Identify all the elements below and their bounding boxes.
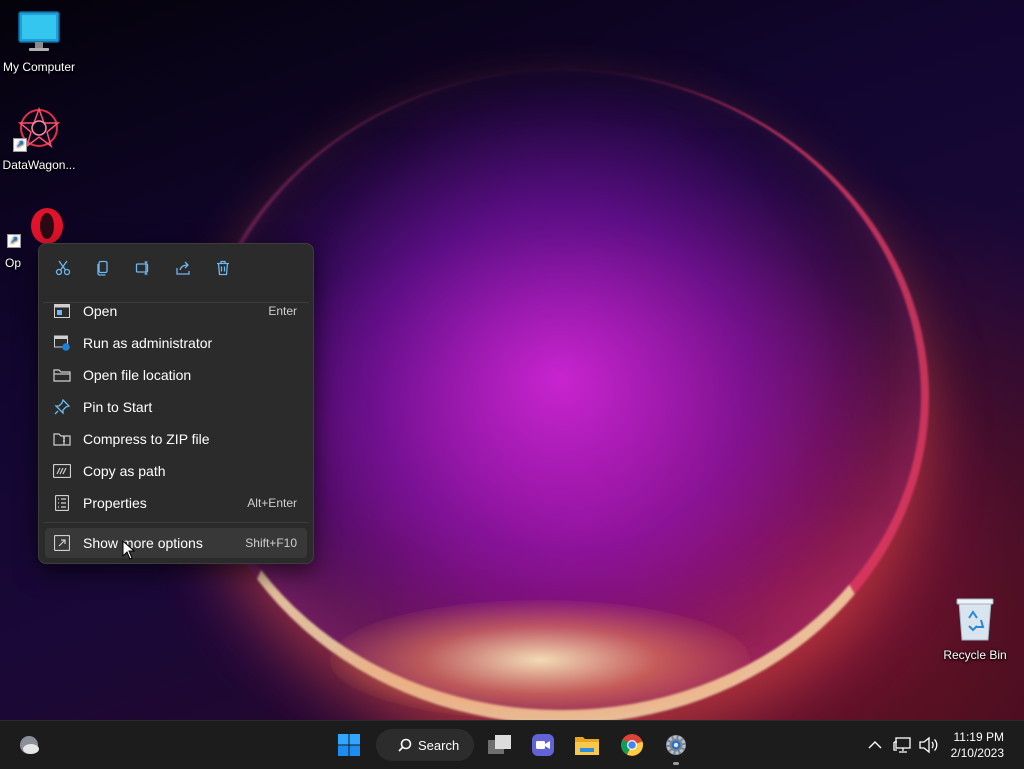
teams-icon[interactable] <box>527 729 559 761</box>
admin-shield-icon <box>53 334 71 352</box>
settings-icon[interactable] <box>660 729 692 765</box>
recycle-bin-icon <box>953 596 997 641</box>
desktop-icon-recycle-bin[interactable]: Recycle Bin <box>937 596 1013 662</box>
search-icon <box>398 738 412 752</box>
menu-item-label: Show more options <box>83 535 203 551</box>
monitor-icon <box>17 10 61 54</box>
network-icon[interactable] <box>889 729 917 761</box>
desktop-icon-my-computer[interactable]: My Computer <box>1 10 77 74</box>
chevron-up-icon[interactable] <box>860 729 890 761</box>
more-options-icon <box>53 534 71 552</box>
file-explorer-icon[interactable] <box>571 729 603 761</box>
shortcut-arrow-icon: ↗ <box>13 138 27 152</box>
menu-item-label: Copy as path <box>83 463 166 479</box>
menu-item-label: Properties <box>83 495 147 511</box>
desktop-icon-label: DataWagon... <box>2 158 76 172</box>
weather-icon[interactable] <box>12 729 44 761</box>
menu-item-copy-as-path[interactable]: Copy as path <box>45 456 307 486</box>
menu-item-show-more-options[interactable]: Show more options Shift+F10 <box>45 528 307 558</box>
system-clock[interactable]: 11:19 PM 2/10/2023 <box>951 729 1004 761</box>
menu-item-label: Run as administrator <box>83 335 213 351</box>
taskbar: Search 11:19 PM 2/10/2023 <box>0 720 1024 769</box>
search-box[interactable]: Search <box>376 729 474 761</box>
menu-item-label: Open file location <box>83 367 192 383</box>
search-label: Search <box>418 737 460 753</box>
zip-icon <box>53 430 71 448</box>
wallpaper-glow <box>330 600 750 720</box>
shortcut-arrow-icon: ↗ <box>7 234 21 248</box>
menu-item-compress-to-zip[interactable]: Compress to ZIP file <box>45 424 307 454</box>
start-icon[interactable] <box>333 729 365 761</box>
desktop-icon-datawagon[interactable]: ↗ DataWagon... <box>1 106 77 172</box>
open-window-icon <box>53 302 71 320</box>
properties-icon <box>53 494 71 512</box>
clock-date: 2/10/2023 <box>950 746 1004 760</box>
menu-item-open[interactable]: Open Enter <box>45 296 307 326</box>
running-indicator <box>673 762 679 765</box>
clock-time: 11:19 PM <box>953 730 1004 744</box>
share-icon[interactable] <box>173 258 193 278</box>
menu-item-pin-to-start[interactable]: Pin to Start <box>45 392 307 422</box>
context-menu-quick-actions <box>39 244 313 288</box>
menu-item-label: Pin to Start <box>83 399 153 415</box>
folder-icon <box>53 366 71 384</box>
menu-item-label: Open <box>83 303 118 319</box>
menu-item-shortcut: Enter <box>268 304 297 318</box>
datawagon-icon: ↗ <box>13 106 61 152</box>
volume-icon[interactable] <box>914 729 942 761</box>
mouse-cursor <box>122 539 136 565</box>
desktop-icon-label: Recycle Bin <box>943 648 1007 662</box>
context-menu: Open Enter Run as administrator Open fil… <box>38 243 314 564</box>
menu-item-run-as-administrator[interactable]: Run as administrator <box>45 328 307 358</box>
menu-separator <box>43 522 309 523</box>
task-view-icon[interactable] <box>484 729 516 761</box>
pin-icon <box>53 398 71 416</box>
chrome-icon[interactable] <box>616 729 648 761</box>
delete-icon[interactable] <box>213 258 233 278</box>
menu-item-shortcut: Shift+F10 <box>245 536 297 550</box>
menu-item-open-file-location[interactable]: Open file location <box>45 360 307 390</box>
copy-icon[interactable] <box>93 258 113 278</box>
cut-icon[interactable] <box>53 258 73 278</box>
menu-item-properties[interactable]: Properties Alt+Enter <box>45 488 307 518</box>
path-icon <box>53 462 71 480</box>
desktop-icon-label: My Computer <box>2 60 76 74</box>
menu-item-shortcut: Alt+Enter <box>247 496 297 510</box>
menu-item-label: Compress to ZIP file <box>83 431 210 447</box>
rename-icon[interactable] <box>133 258 153 278</box>
